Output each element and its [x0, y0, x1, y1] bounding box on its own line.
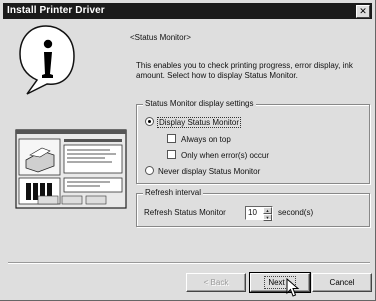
refresh-label: Refresh Status Monitor	[144, 208, 226, 217]
cancel-button-label: Cancel	[329, 278, 355, 287]
refresh-interval-value[interactable]: 10	[248, 208, 257, 217]
never-radio[interactable]	[145, 166, 154, 175]
footer-separator	[8, 262, 370, 264]
only-when-error-row[interactable]: Only when error(s) occur	[167, 150, 269, 160]
spinner-buttons: ▲ ▼	[263, 207, 272, 221]
close-icon: ✕	[359, 6, 367, 16]
always-on-top-label[interactable]: Always on top	[181, 135, 231, 144]
monitor-window-icon	[15, 129, 127, 209]
cancel-button[interactable]: Cancel	[312, 273, 372, 292]
refresh-unit: second(s)	[278, 208, 314, 217]
never-radio-label[interactable]: Never display Status Monitor	[158, 167, 260, 176]
always-on-top-row[interactable]: Always on top	[167, 134, 231, 144]
install-dialog: Install Printer Driver ✕ <Status Monitor…	[0, 0, 376, 301]
only-when-error-checkbox[interactable]	[167, 150, 176, 159]
display-radio[interactable]	[145, 117, 154, 126]
never-radio-row[interactable]: Never display Status Monitor	[145, 166, 260, 176]
next-button[interactable]: Next >	[249, 272, 311, 293]
only-when-error-label[interactable]: Only when error(s) occur	[181, 151, 269, 160]
back-button[interactable]: < Back	[186, 273, 246, 292]
spin-down-icon[interactable]: ▼	[263, 214, 272, 221]
always-on-top-checkbox[interactable]	[167, 134, 176, 143]
back-button-label: < Back	[203, 278, 229, 287]
mouse-cursor-icon	[286, 278, 300, 297]
spin-up-icon[interactable]: ▲	[263, 207, 272, 214]
info-bubble-icon	[19, 25, 75, 95]
display-radio-row[interactable]: Display Status Monitor	[145, 117, 242, 128]
display-settings-group: Status Monitor display settings Display …	[136, 99, 370, 184]
refresh-interval-spinner[interactable]: 10 ▲ ▼	[245, 206, 273, 221]
display-settings-legend: Status Monitor display settings	[143, 99, 256, 108]
description-text: This enables you to check printing progr…	[136, 61, 353, 80]
display-radio-label[interactable]: Display Status Monitor	[156, 117, 242, 128]
page-heading: <Status Monitor>	[130, 33, 191, 42]
close-button[interactable]: ✕	[356, 5, 370, 18]
status-monitor-illustration	[15, 25, 127, 209]
refresh-interval-legend: Refresh interval	[143, 188, 204, 197]
